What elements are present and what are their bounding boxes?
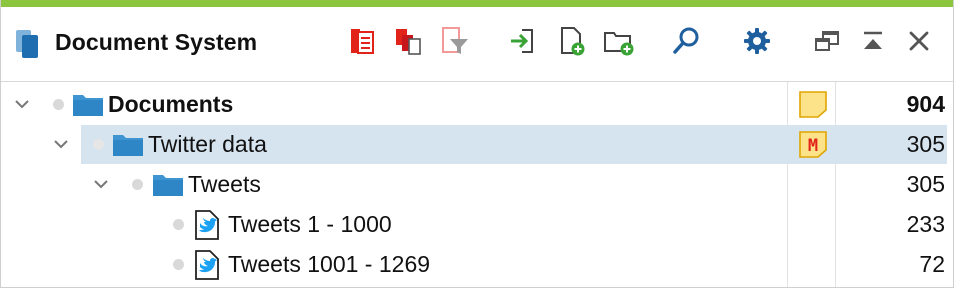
twitter-document-icon [195,250,219,280]
window-header: Document System [1,7,953,82]
accent-bar [1,0,953,7]
folder-icon [153,175,183,196]
tree-row-twitter-data[interactable]: Twitter data M 305 [1,124,953,164]
tree-row-label: Tweets 1 - 1000 [228,211,392,237]
tree-row-tweets-1001-1269[interactable]: Tweets 1001 - 1269 72 [1,244,953,284]
activate-documents-button[interactable] [345,23,381,59]
activate-documents-icon [351,29,374,54]
copy-documents-button[interactable] [390,23,426,59]
tree-row-label: Documents [108,91,234,117]
undock-window-button[interactable] [809,23,845,59]
new-document-icon [561,27,585,56]
settings-icon [744,28,770,54]
tree-row-label: Tweets [188,171,261,197]
status-dot [93,139,104,150]
status-dot [132,179,143,190]
svg-text:M: M [808,136,818,156]
document-system-window: Document System Documents 904 Twitter da… [0,0,954,288]
document-tree: Documents 904 Twitter data M 305 Tweets … [1,82,953,287]
copy-documents-icon [396,29,421,55]
filter-documents-icon [442,27,468,54]
import-icon [511,29,533,53]
chevron-down-icon[interactable] [13,95,31,113]
search-button[interactable] [668,23,704,59]
chevron-down-icon[interactable] [52,135,70,153]
window-title: Document System [55,29,258,55]
folder-icon [73,95,103,116]
new-document-group-icon [604,32,634,56]
status-dot [173,219,184,230]
close-icon [909,31,929,51]
new-document-group-button[interactable] [601,23,637,59]
document-count: 305 [906,131,945,157]
tree-row-label: Twitter data [148,131,267,157]
settings-button[interactable] [739,23,775,59]
tree-row-documents[interactable]: Documents 904 [1,84,953,124]
m-memo-icon[interactable]: M [798,130,828,158]
folder-icon [113,135,143,156]
tree-row-label: Tweets 1001 - 1269 [228,251,431,277]
document-system-icon [14,29,44,59]
status-dot [173,259,184,270]
document-count: 305 [906,171,945,197]
yellow-memo-icon[interactable] [798,90,828,118]
import-button[interactable] [504,23,540,59]
chevron-down-icon[interactable] [92,175,110,193]
filter-documents-button[interactable] [436,23,472,59]
close-button[interactable] [901,23,937,59]
new-document-button[interactable] [554,23,590,59]
tree-row-tweets[interactable]: Tweets 305 [1,164,953,204]
status-dot [53,99,64,110]
document-count: 904 [906,91,945,117]
tree-row-tweets-1-1000[interactable]: Tweets 1 - 1000 233 [1,204,953,244]
document-count: 72 [919,251,945,277]
document-count: 233 [906,211,945,237]
collapse-window-icon [864,31,882,49]
search-icon [673,27,699,54]
collapse-window-button[interactable] [855,23,891,59]
twitter-document-icon [195,210,219,240]
undock-window-icon [815,31,839,51]
